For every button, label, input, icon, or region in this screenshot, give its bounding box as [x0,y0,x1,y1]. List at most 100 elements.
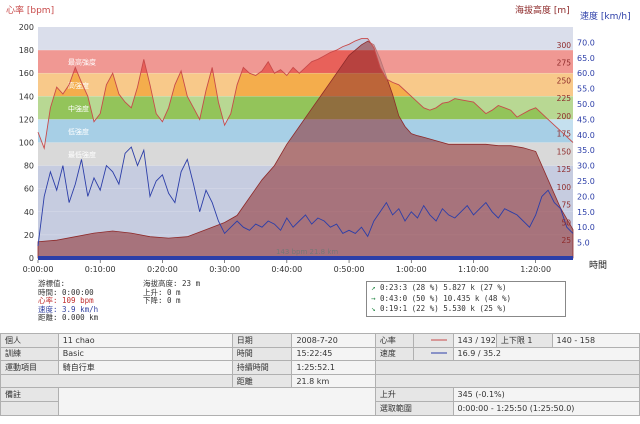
info-row-4: 距離 21.8 km [0,373,640,389]
label-notes: 備註 [0,387,59,402]
label-person: 個人 [0,333,59,348]
speed-tick-label: 25.0 [577,177,595,186]
arrow-right-icon: → [371,293,376,303]
time-tick-label: 1:00:00 [396,265,427,274]
speed-tick-label: 20.0 [577,192,595,201]
empty-cell [374,373,640,389]
value-selection: 0:00:00 - 1:25:50 (1:25:50.0) [452,400,640,416]
label-date: 日期 [231,333,293,348]
altitude-tick-label: 225 [557,94,572,103]
value-distance: 21.8 km [291,373,376,389]
speed-tick-label: 65.0 [577,54,595,63]
cursor-values: 游標值: 時間: 0:00:00 心率: 109 bpm 速度: 3.9 km/… [38,279,99,323]
info-row-2: 訓練 Basic 時間 15:22:45 速度 16.9 / 35.2 [0,346,640,362]
label-hr: 心率 [374,333,414,348]
altitude-axis-title: 海拔高度 [m] [515,6,570,16]
speed-line-swatch [412,346,454,362]
cursor-distance: 距離: 0.000 km [38,313,99,322]
hr-zone-label: 最低強度 [68,150,96,159]
time-tick-label: 0:00:00 [23,265,54,274]
altitude-tick-label: 100 [557,183,572,192]
arrow-up-icon: ↗ [371,283,376,292]
info-row-1: 個人 11 chao 日期 2008-7-20 心率 143 / 192 上下限… [0,333,640,348]
value-person: 11 chao [57,333,233,348]
label-limits: 上下限 1 [495,333,553,348]
hr-swatch-icon [430,339,447,341]
time-tick-label: 0:40:00 [271,265,302,274]
value-sport: 騎自行車 [57,360,233,375]
speed-axis-title: 速度 [km/h] [580,12,631,22]
hr-zone-label: 中強度 [68,104,89,113]
value-speed: 16.9 / 35.2 [452,346,640,362]
label-distance: 距離 [231,373,293,389]
time-axis-title: 時間 [589,261,608,271]
altitude-tick-label: 275 [557,59,572,68]
session-info-table: 個人 11 chao 日期 2008-7-20 心率 143 / 192 上下限… [0,333,640,416]
zone-summary-box: ↗ 0:23:3 (28 %) 5.827 k (27 %) → 0:43:0 … [366,281,566,317]
altitude-tick-label: 125 [557,165,572,174]
label-selection: 選取範圍 [374,400,454,416]
info-row-5: 備註 上升 345 (-0.1%) [0,387,640,416]
label-ascent: 上升 [374,387,454,402]
hr-axis-ticks: 200180160140120100806040200 [19,23,34,263]
training-chart[interactable]: 最高強度高強度中強度低強度最低強度 143 bpm 21.8 km 200180… [0,0,640,280]
zone-row-down: ↘ 0:19:1 (22 %) 5.530 k (25 %) [371,304,507,313]
zone-row-flat: → 0:43:0 (50 %) 10.435 k (48 %) [371,293,511,303]
value-date: 2008-7-20 [291,333,376,348]
altitude-tick-label: 50 [561,218,571,227]
empty-cell [374,360,640,375]
hr-tick-label: 40 [24,208,34,217]
altitude-tick-label: 25 [561,236,571,245]
time-axis-ticks: 0:00:00 0:10:00 0:20:00 0:30:00 0:40:00 0:50:… [23,260,551,274]
speed-axis-ticks: 70.0 65.0 60.0 55.0 50.0 45.0 40.0 35.0 30.0 25.0… [577,38,595,247]
hr-tick-label: 140 [19,92,34,101]
hr-axis-title: 心率 [bpm] [6,6,55,16]
speed-tick-label: 45.0 [577,115,595,124]
value-notes[interactable] [57,387,376,416]
altitude-tick-label: 300 [557,41,572,50]
hr-tick-label: 180 [19,46,34,55]
value-time: 15:22:45 [291,346,376,362]
altitude-tick-label: 75 [561,201,571,210]
hr-tick-label: 80 [24,162,34,171]
label-training: 訓練 [0,346,59,362]
hr-tick-label: 120 [19,115,34,124]
speed-tick-label: 70.0 [577,38,595,47]
hr-zone-label: 低強度 [68,127,89,136]
speed-swatch-icon [430,352,447,354]
time-tick-label: 1:10:00 [458,265,489,274]
time-tick-label: 0:30:00 [209,265,240,274]
value-limits: 140 - 158 [551,333,640,348]
hr-tick-label: 0 [29,254,34,263]
value-ascent: 345 (-0.1%) [452,387,640,402]
label-time: 時間 [231,346,293,362]
speed-tick-label: 5.0 [577,239,590,248]
altitude-tick-label: 175 [557,130,572,139]
speed-tick-label: 40.0 [577,131,595,140]
timeline-bar[interactable] [38,256,573,260]
time-tick-label: 1:20:00 [520,265,551,274]
cursor-overlay-text: 143 bpm 21.8 km [276,248,338,256]
time-tick-label: 0:50:00 [334,265,365,274]
altitude-tick-label: 250 [557,76,572,85]
time-tick-label: 0:20:00 [147,265,178,274]
speed-tick-label: 35.0 [577,146,595,155]
speed-tick-label: 60.0 [577,69,595,78]
hr-tick-label: 160 [19,69,34,78]
altitude-tick-label: 150 [557,147,572,156]
value-training: Basic [57,346,233,362]
info-row-3: 運動項目 騎自行車 持續時間 1:25:52.1 [0,360,640,375]
value-duration: 1:25:52.1 [291,360,376,375]
altitude-down: 下降: 0 m [143,296,181,305]
arrow-down-icon: ↘ [371,304,376,313]
hr-tick-label: 200 [19,23,34,32]
label-speed: 速度 [374,346,414,362]
label-duration: 持續時間 [231,360,293,375]
speed-tick-label: 10.0 [577,223,595,232]
empty-cell [0,373,233,389]
altitude-tick-label: 200 [557,112,572,121]
hr-tick-label: 100 [19,139,34,148]
hr-tick-label: 20 [24,231,34,240]
speed-tick-label: 30.0 [577,162,595,171]
value-hr: 143 / 192 [452,333,497,348]
